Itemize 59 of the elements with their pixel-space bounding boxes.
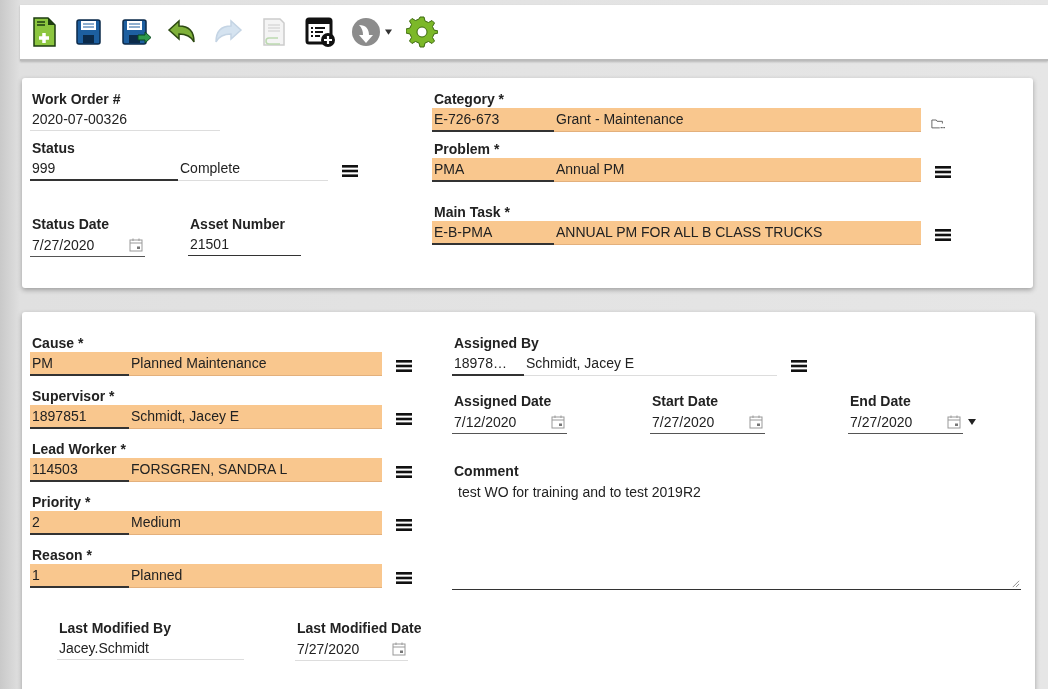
date-field[interactable]: 7/27/2020 (650, 410, 765, 434)
date-field[interactable]: 7/27/2020 (30, 233, 145, 257)
resize-grip-icon[interactable] (1011, 579, 1020, 588)
field-label: Start Date (651, 392, 719, 410)
field-label: Cause * (31, 334, 84, 352)
lookup-field[interactable]: 999 Complete (30, 157, 328, 181)
menu-icon[interactable] (396, 359, 412, 373)
field-label: Problem * (433, 140, 500, 158)
calendar-icon[interactable] (392, 641, 406, 656)
lookup-field[interactable]: 2 Medium (30, 511, 382, 535)
caret-icon[interactable] (967, 418, 977, 426)
menu-icon[interactable] (396, 412, 412, 426)
lookup-field[interactable]: 1 Planned (30, 564, 382, 588)
calendar-icon[interactable] (749, 414, 763, 429)
field-label: Assigned Date (453, 392, 552, 410)
comment-text: test WO for training and to test 2019R2 (458, 484, 701, 500)
text-field[interactable]: 21501 (188, 233, 301, 256)
lookup-field[interactable]: E-726-673 Grant - Maintenance (432, 108, 921, 132)
menu-icon[interactable] (396, 518, 412, 532)
menu-icon[interactable] (342, 164, 358, 178)
lookup-field[interactable]: 1897851 Schmidt, Jacey E (30, 405, 382, 429)
lookup-field[interactable]: PM Planned Maintenance (30, 352, 382, 376)
field-label: Priority * (31, 493, 91, 511)
calendar-icon[interactable] (947, 414, 961, 429)
lookup-field[interactable]: PMA Annual PM (432, 158, 921, 182)
date-field[interactable]: 7/27/2020 (295, 637, 408, 661)
date-field[interactable]: 7/12/2020 (452, 410, 567, 434)
menu-icon[interactable] (935, 165, 951, 179)
field-label: Last Modified Date (296, 619, 422, 637)
field-label: Work Order # (31, 90, 121, 108)
field-label: Category * (433, 90, 505, 108)
comment-textarea[interactable]: test WO for training and to test 2019R2 (452, 480, 1021, 590)
settings-icon[interactable] (406, 16, 438, 48)
date-field[interactable]: 7/27/2020 (848, 410, 963, 434)
text-field[interactable]: Jacey.Schmidt (57, 637, 244, 660)
field-label: Supervisor * (31, 387, 115, 405)
save-export-icon[interactable] (120, 16, 152, 48)
field-label: Status Date (31, 215, 110, 233)
field-label: Main Task * (433, 203, 510, 221)
lookup-field[interactable]: 114503 FORSGREN, SANDRA L (30, 458, 382, 482)
folder-icon[interactable] (931, 117, 945, 129)
field-label: Comment (453, 462, 519, 480)
menu-icon[interactable] (396, 465, 412, 479)
field-label: Last Modified By (58, 619, 171, 637)
field-label: Assigned By (453, 334, 539, 352)
calendar-icon[interactable] (551, 414, 565, 429)
field-label: Asset Number (189, 215, 285, 233)
text-field[interactable]: 2020-07-00326 (30, 108, 220, 131)
field-label: Reason * (31, 546, 92, 564)
menu-icon[interactable] (935, 228, 951, 242)
menu-icon[interactable] (791, 359, 807, 373)
field-label: Lead Worker * (31, 440, 126, 458)
lookup-field[interactable]: E-B-PMA ANNUAL PM FOR ALL B CLASS TRUCKS (432, 221, 921, 245)
lookup-field[interactable]: 18978… Schmidt, Jacey E (452, 352, 777, 376)
field-label: Status (31, 139, 75, 157)
menu-icon[interactable] (396, 571, 412, 585)
calendar-icon[interactable] (129, 237, 143, 252)
add-list-icon[interactable] (304, 16, 336, 48)
field-label: End Date (849, 392, 911, 410)
